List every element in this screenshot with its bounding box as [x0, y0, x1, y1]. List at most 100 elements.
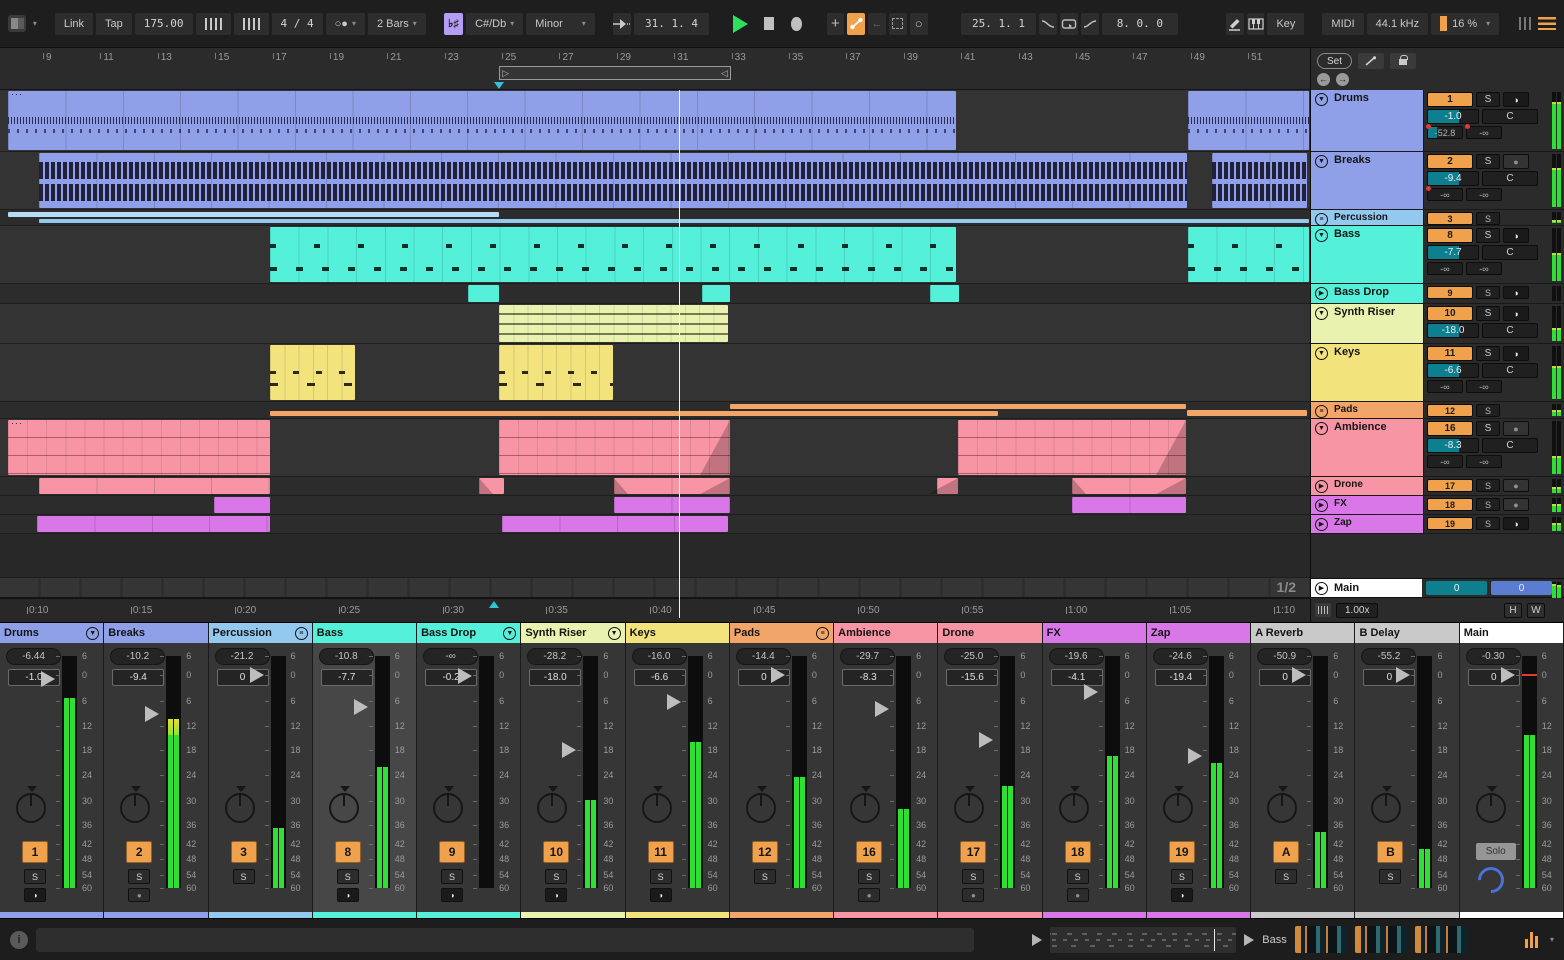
track-expand-icon[interactable]: ▼ — [1315, 93, 1328, 106]
send-box[interactable]: -∞ — [1465, 124, 1502, 139]
midi-map-button[interactable]: MIDI — [1322, 12, 1364, 35]
app-menu-icon[interactable] — [8, 15, 26, 32]
clip-breaks[interactable] — [1211, 153, 1308, 208]
main-expand-icon[interactable]: ▶ — [1315, 582, 1328, 595]
clip-bass[interactable] — [269, 227, 957, 282]
solo-button[interactable]: S — [1275, 869, 1298, 884]
strip-expand-icon[interactable]: ≡ — [294, 626, 308, 640]
peak-level-display[interactable]: -16.0 — [631, 648, 687, 665]
cue-volume-knob[interactable] — [1472, 861, 1510, 899]
track-header-synth-riser[interactable]: ▼ Synth Riser 10 S ◑ -18.0 C — [1311, 304, 1564, 344]
track-number-box[interactable]: 8 — [334, 841, 361, 863]
set-button[interactable]: Set — [1317, 52, 1353, 69]
send-box[interactable]: -∞ — [1427, 262, 1463, 275]
tempo-field[interactable]: 175.00 — [134, 12, 193, 35]
back-arrow-button[interactable]: ← — [1317, 73, 1330, 86]
solo-button[interactable]: S — [649, 869, 672, 884]
device-thumbnail[interactable] — [1414, 926, 1467, 953]
clip-ambience[interactable] — [499, 420, 730, 475]
clip-pads[interactable] — [1186, 410, 1308, 416]
send-box[interactable]: -∞ — [1466, 188, 1502, 201]
pan-knob[interactable] — [850, 786, 881, 823]
track-header-bass-drop[interactable]: ▶ Bass Drop 9 S ◑ — [1311, 284, 1564, 304]
link-button[interactable]: Link — [54, 12, 94, 35]
clip-drone[interactable] — [927, 478, 958, 494]
track-number-box[interactable]: 9 — [439, 841, 466, 863]
pencil-automation-icon[interactable] — [1358, 52, 1385, 69]
volume-field[interactable]: -8.3 — [842, 669, 895, 686]
time-ruler[interactable]: 0:10 0:15 0:20 0:25 0:30 0:35 0:40 0:45 0:50 0:55… — [0, 598, 1310, 622]
solo-button[interactable]: S — [753, 869, 776, 884]
clip-pads[interactable] — [729, 404, 1186, 409]
automation-mode-button[interactable] — [847, 12, 866, 35]
track-expand-icon[interactable]: ▶ — [1315, 480, 1328, 493]
tap-tempo-button[interactable]: Tap — [96, 12, 132, 35]
volume-fader-handle[interactable] — [353, 698, 368, 715]
volume-fader-handle[interactable] — [1292, 667, 1307, 683]
arm-button[interactable]: ● — [1503, 154, 1529, 169]
info-icon[interactable]: i — [10, 930, 28, 949]
track-number-box[interactable]: 2 — [1427, 154, 1473, 169]
solo-button[interactable]: S — [1476, 404, 1500, 417]
output-meter-icon[interactable] — [1525, 931, 1538, 948]
volume-fader-handle[interactable] — [666, 694, 681, 711]
mixer-strip-header[interactable]: Drums ▼ — [0, 623, 104, 643]
punch-in-icon[interactable] — [1039, 12, 1058, 35]
arrangement-position-field[interactable]: 31. 1. 4 — [633, 12, 710, 35]
volume-fader-handle[interactable] — [1187, 747, 1202, 764]
volume-field[interactable]: -18.0 — [529, 669, 582, 686]
mixer-strip-header[interactable]: Percussion ≡ — [208, 623, 312, 643]
track-number-box[interactable]: 10 — [543, 841, 570, 863]
solo-button[interactable]: S — [24, 869, 46, 884]
peak-level-display[interactable]: -21.2 — [214, 648, 270, 665]
volume-fader-handle[interactable] — [1083, 684, 1098, 700]
pan-knob[interactable] — [1162, 786, 1193, 823]
volume-fader-handle[interactable] — [458, 667, 473, 684]
send-box[interactable]: -∞ — [1427, 380, 1463, 393]
volume-box[interactable]: -8.3 — [1427, 438, 1479, 453]
arm-button[interactable]: ● — [1503, 479, 1529, 492]
app-menu-caret-icon[interactable]: ▾ — [33, 19, 37, 28]
track-number-box[interactable]: 3 — [1427, 212, 1473, 225]
loop-brace[interactable]: ▷ ◁ — [499, 66, 731, 80]
scale-name-menu[interactable]: Minor ▾ — [526, 12, 595, 35]
peak-level-display[interactable]: -25.0 — [944, 648, 1000, 665]
clip-fx[interactable] — [614, 497, 730, 513]
solo-button[interactable]: S — [1476, 498, 1500, 511]
mixer-strip-header[interactable]: Zap — [1146, 623, 1251, 643]
track-expand-icon[interactable]: ▼ — [1315, 307, 1328, 320]
arm-button[interactable]: ◑ — [1503, 286, 1529, 299]
pan-knob[interactable] — [537, 786, 568, 823]
track-width-button[interactable]: W — [1527, 602, 1545, 618]
solo-button[interactable]: S — [336, 869, 359, 884]
pan-box[interactable]: C — [1482, 438, 1538, 453]
volume-box[interactable]: -7.7 — [1427, 245, 1479, 260]
capture-selection-icon[interactable] — [888, 12, 907, 35]
return-label-box[interactable]: A — [1273, 841, 1300, 863]
strip-expand-icon[interactable]: ▼ — [503, 626, 517, 640]
clip-bass-drop[interactable] — [930, 285, 959, 302]
track-header-drone[interactable]: ▶ Drone 17 S ● — [1311, 477, 1564, 496]
track-header-bass[interactable]: ▼ Bass 8 S ◑ -7.7 C -∞ -∞ — [1311, 226, 1564, 284]
pan-knob[interactable] — [16, 786, 46, 823]
peak-level-display[interactable]: -50.9 — [1257, 648, 1313, 665]
arm-button[interactable]: ● — [1503, 421, 1529, 436]
solo-button[interactable]: S — [1476, 346, 1500, 361]
track-number-box[interactable]: 18 — [1427, 498, 1473, 511]
clip-ambience[interactable] — [957, 420, 1186, 475]
loop-start-field[interactable]: 25. 1. 1 — [960, 12, 1037, 35]
status-text-field[interactable] — [36, 927, 974, 952]
pan-box[interactable]: C — [1482, 323, 1538, 338]
computer-midi-keyboard-icon[interactable] — [1246, 12, 1265, 35]
mixer-strip-header[interactable]: Ambience — [834, 623, 938, 643]
solo-button[interactable]: S — [1476, 421, 1500, 436]
volume-fader-handle[interactable] — [562, 741, 577, 758]
send-box[interactable]: -∞ — [1426, 186, 1463, 201]
track-expand-icon[interactable]: ▶ — [1315, 518, 1328, 531]
arm-button[interactable]: ◑ — [545, 888, 568, 902]
pan-knob[interactable] — [1267, 786, 1298, 823]
volume-fader-handle[interactable] — [41, 671, 55, 688]
volume-field[interactable]: -7.7 — [320, 669, 373, 686]
track-number-box[interactable]: 16 — [1427, 421, 1473, 436]
time-signature-field[interactable]: 4 / 4 — [271, 12, 323, 35]
